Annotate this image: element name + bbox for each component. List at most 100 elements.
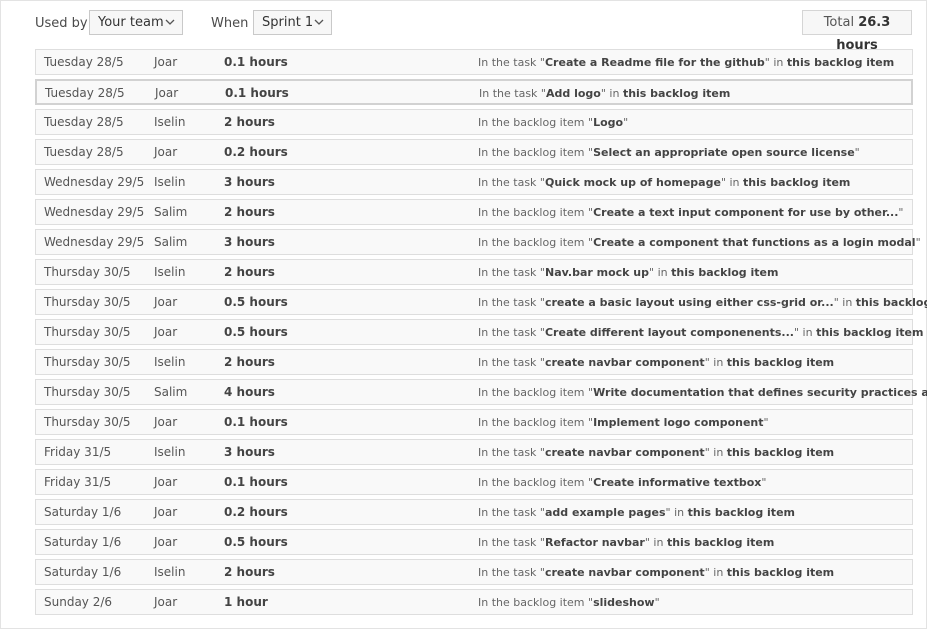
entry-hours: 4 hours [224,385,275,399]
entry-user: Iselin [154,445,186,459]
entry-hours: 0.5 hours [224,295,288,309]
backlog-item-link[interactable]: this backlog item [743,176,850,189]
entry-prefix: In the backlog item " [478,206,594,219]
time-entry-row: Wednesday 29/5 Salim 3 hours In the backlog… [35,229,921,255]
backlog-item-link[interactable]: this backlog item [727,356,834,369]
backlog-item-link[interactable]: this backlog item [688,506,795,519]
entry-date: Friday 31/5 [44,475,112,489]
entry-user: Joar [154,55,178,69]
entry-suffix: " [623,116,629,129]
entry-user: Joar [155,86,179,100]
entry-description: In the task "Create a Readme file for th… [478,56,894,69]
entry-prefix: In the task " [478,566,545,579]
entry-item-title: slideshow [593,596,655,609]
entry-item-title: Create different layout componenents... [544,326,794,339]
entry-description: In the task "create navbar component" in… [478,356,834,369]
entry-prefix: In the backlog item " [478,416,594,429]
entry-suffix: " [763,416,769,429]
entry-user: Salim [154,235,188,249]
entry-suffix: " in [704,566,727,579]
entry-date: Thursday 30/5 [44,415,131,429]
backlog-item-link[interactable]: this backlog item [727,446,834,459]
backlog-item-link[interactable]: this backlog item [671,266,778,279]
time-entry-row: Thursday 30/5 Iselin 2 hours In the task "N… [35,259,913,285]
entry-suffix: " in [600,87,623,100]
entry-user: Iselin [154,115,186,129]
entry-description: In the task "Refactor navbar" in this ba… [478,536,774,549]
entry-prefix: In the task " [478,446,545,459]
entry-date: Friday 31/5 [44,445,112,459]
entry-hours: 3 hours [224,175,275,189]
entry-suffix: " [854,146,860,159]
entry-suffix: " [898,206,904,219]
entry-date: Saturday 1/6 [44,565,122,579]
entry-suffix: " in [665,506,688,519]
time-entry-row: Friday 31/5 Joar 0.1 hours In the backlog i… [35,469,913,495]
entry-user: Joar [154,415,178,429]
entry-item-title: add example pages [544,506,666,519]
entry-description: In the task "create a basic layout using… [478,296,927,309]
used-by-select[interactable]: Your team [89,10,183,35]
backlog-item-link[interactable]: this backlog item [727,566,834,579]
time-entry-row: Thursday 30/5 Joar 0.5 hours In the task "C… [35,319,923,345]
chevron-down-icon [314,19,324,25]
backlog-item-link[interactable]: this backlog item [856,296,927,309]
entry-hours: 3 hours [224,235,275,249]
entry-description: In the backlog item "Implement logo comp… [478,416,769,429]
time-entry-row: Saturday 1/6 Iselin 2 hours In the task "cr… [35,559,913,585]
entry-description: In the backlog item "Select an appropria… [478,146,860,159]
entry-user: Joar [154,295,178,309]
time-entry-row: Wednesday 29/5 Iselin 3 hours In the task "… [35,169,913,195]
backlog-item-link[interactable]: this backlog item [787,56,894,69]
entry-date: Sunday 2/6 [44,595,113,609]
entry-date: Tuesday 28/5 [44,115,124,129]
time-entry-row: Thursday 30/5 Iselin 2 hours In the task "c… [35,349,913,375]
when-label: When [211,16,249,31]
entry-prefix: In the task " [478,536,545,549]
when-select[interactable]: Sprint 1 [253,10,332,35]
entry-prefix: In the backlog item " [478,476,594,489]
entry-date: Wednesday 29/5 [44,175,145,189]
entry-user: Joar [154,595,178,609]
entry-suffix: " [654,596,660,609]
entry-hours: 0.5 hours [224,325,288,339]
entry-description: In the task "create navbar component" in… [478,566,834,579]
entry-date: Thursday 30/5 [44,325,131,339]
entry-date: Thursday 30/5 [44,385,131,399]
entry-suffix: " in [833,296,856,309]
entry-hours: 0.1 hours [224,475,288,489]
entry-user: Iselin [154,265,186,279]
entry-user: Salim [154,205,188,219]
entry-suffix: " [761,476,767,489]
backlog-item-link[interactable]: this backlog item [623,87,730,100]
backlog-item-link[interactable]: this backlog item [667,536,774,549]
entry-item-title: Create informative textbox [593,476,762,489]
entry-hours: 0.5 hours [224,535,288,549]
entry-prefix: In the backlog item " [478,116,594,129]
entry-item-title: Select an appropriate open source licens… [593,146,855,159]
entry-user: Iselin [154,565,186,579]
entry-suffix: " in [704,356,727,369]
time-entry-row: Sunday 2/6 Joar 1 hour In the backlog item … [35,589,913,615]
used-by-value: Your team [98,15,164,30]
entry-date: Wednesday 29/5 [44,205,145,219]
entry-description: In the backlog item "Create a text input… [478,206,903,219]
entry-hours: 2 hours [224,265,275,279]
entry-suffix: " in [764,56,787,69]
entry-prefix: In the task " [478,176,545,189]
entry-item-title: create a basic layout using either css-g… [544,296,834,309]
time-log-panel: Used by Your team When Sprint 1 Total 26… [0,0,927,629]
entry-description: In the backlog item "slideshow" [478,596,660,609]
entry-item-title: Refactor navbar [544,536,645,549]
entry-prefix: In the backlog item " [478,236,594,249]
entry-description: In the backlog item "Create a component … [478,236,921,249]
time-entry-row: Tuesday 28/5 Joar 0.1 hours In the task "Cr… [35,49,913,75]
used-by-label: Used by [35,16,88,31]
total-hours-badge: Total 26.3 hours [802,10,912,53]
entry-item-title: create navbar component [544,446,705,459]
time-entry-row: Saturday 1/6 Joar 0.5 hours In the task "Re… [35,529,913,555]
entry-prefix: In the task " [478,506,545,519]
entry-date: Tuesday 28/5 [44,145,124,159]
entry-description: In the backlog item "Create informative … [478,476,766,489]
backlog-item-link[interactable]: this backlog item [816,326,923,339]
